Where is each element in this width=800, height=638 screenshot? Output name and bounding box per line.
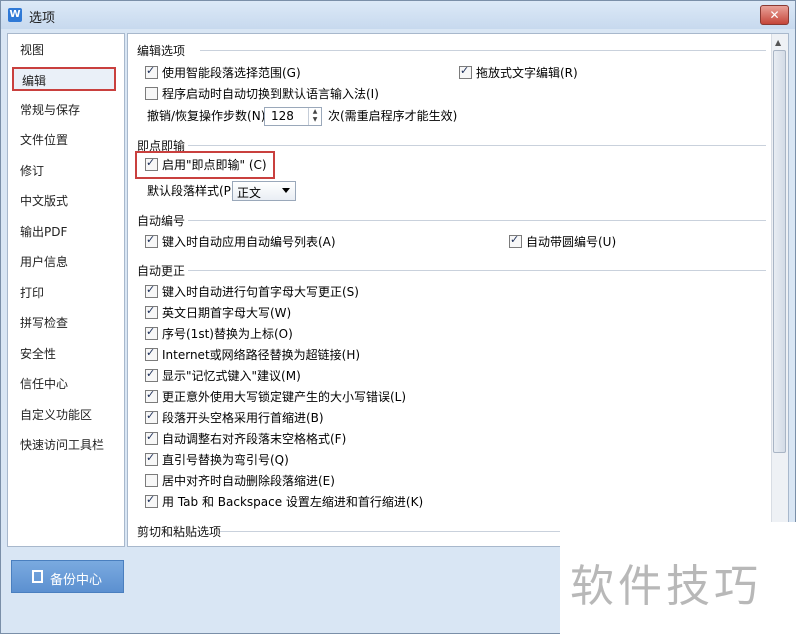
divider (188, 220, 766, 221)
option-enable-click-and-type[interactable]: 启用"即点即输" (C) (145, 156, 267, 173)
option-autocomplete-suggestions[interactable]: 显示"记忆式键入"建议(M) (145, 367, 301, 384)
checkbox-checked-icon[interactable] (145, 367, 158, 382)
option-auto-circle-number[interactable]: 自动带圆编号(U) (509, 233, 616, 250)
select-value: 正文 (237, 186, 262, 200)
checkbox-unchecked-icon[interactable] (145, 87, 158, 100)
option-auto-number-list[interactable]: 键入时自动应用自动编号列表(A) (145, 233, 336, 250)
sidebar-item-quick-access[interactable]: 快速访问工具栏 (8, 433, 122, 457)
wps-app-icon: W (8, 8, 22, 22)
divider (200, 50, 766, 51)
sidebar-item-edit[interactable]: 编辑 (12, 67, 116, 91)
chevron-down-icon (282, 188, 290, 193)
undo-steps-value[interactable]: 128 (271, 109, 294, 123)
backup-center-label: 备份中心 (50, 573, 103, 588)
dialog-title: 选项 (29, 11, 56, 26)
sidebar-item-customize-ribbon[interactable]: 自定义功能区 (8, 403, 122, 427)
section-auto-correct: 自动更正 (137, 264, 186, 278)
edit-options-panel: ▲ 编辑选项 使用智能段落选择范围(G) 拖放式文字编辑(R) 程序启动时自动切… (127, 33, 789, 547)
option-capitalize-dates[interactable]: 英文日期首字母大写(W) (145, 304, 291, 321)
checkbox-unchecked-icon[interactable] (145, 474, 158, 487)
scrollbar[interactable]: ▲ (771, 34, 788, 546)
default-paragraph-style-label: 默认段落样式(P): (147, 184, 240, 198)
checkbox-checked-icon[interactable] (145, 409, 158, 424)
sidebar-item-spell-check[interactable]: 拼写检查 (8, 311, 122, 335)
undo-steps-spinner[interactable]: 128 ▲ ▼ (264, 107, 322, 126)
sidebar-item-chinese-layout[interactable]: 中文版式 (8, 189, 122, 213)
checkbox-checked-icon[interactable] (145, 451, 158, 466)
title-bar: W 选项 ✕ (1, 1, 795, 29)
checkbox-checked-icon[interactable] (509, 233, 522, 248)
sidebar-item-general-save[interactable]: 常规与保存 (8, 98, 122, 122)
sidebar-item-revision[interactable]: 修订 (8, 159, 122, 183)
sidebar-item-export-pdf[interactable]: 输出PDF (8, 220, 122, 244)
watermark: 软件技巧 (560, 522, 800, 638)
option-hyperlinks[interactable]: Internet或网络路径替换为超链接(H) (145, 346, 360, 363)
sidebar-item-user-info[interactable]: 用户信息 (8, 250, 122, 274)
option-caps-lock-fix[interactable]: 更正意外使用大写锁定键产生的大小写错误(L) (145, 388, 406, 405)
checkbox-checked-icon[interactable] (459, 64, 472, 79)
scroll-up-icon[interactable]: ▲ (775, 38, 781, 47)
sidebar: 视图 编辑 常规与保存 文件位置 修订 中文版式 输出PDF 用户信息 打印 拼… (7, 33, 125, 547)
default-paragraph-style-select[interactable]: 正文 (232, 181, 296, 201)
close-button[interactable]: ✕ (760, 5, 789, 25)
backup-icon (32, 570, 43, 583)
sidebar-item-print[interactable]: 打印 (8, 281, 122, 305)
sidebar-item-view[interactable]: 视图 (8, 38, 122, 62)
scrollbar-thumb[interactable] (773, 50, 786, 453)
option-leading-space-indent[interactable]: 段落开头空格采用行首缩进(B) (145, 409, 324, 426)
spinner-arrows-icon[interactable]: ▲ ▼ (308, 108, 321, 125)
backup-center-button[interactable]: 备份中心 (11, 560, 124, 593)
option-ordinal-superscript[interactable]: 序号(1st)替换为上标(O) (145, 325, 293, 342)
sidebar-item-security[interactable]: 安全性 (8, 342, 122, 366)
checkbox-checked-icon[interactable] (145, 493, 158, 508)
checkbox-checked-icon[interactable] (145, 156, 158, 171)
sidebar-item-file-location[interactable]: 文件位置 (8, 128, 122, 152)
sidebar-item-trust-center[interactable]: 信任中心 (8, 372, 122, 396)
checkbox-checked-icon[interactable] (145, 233, 158, 248)
divider (188, 145, 766, 146)
watermark-text: 软件技巧 (570, 561, 762, 612)
checkbox-checked-icon[interactable] (145, 430, 158, 445)
checkbox-checked-icon[interactable] (145, 388, 158, 403)
undo-steps-note: 次(需重启程序才能生效) (328, 109, 458, 123)
option-drag-drop-edit[interactable]: 拖放式文字编辑(R) (459, 64, 578, 81)
checkbox-checked-icon[interactable] (145, 346, 158, 361)
option-smart-quotes[interactable]: 直引号替换为弯引号(Q) (145, 451, 289, 468)
undo-steps-label: 撤销/恢复操作步数(N): (147, 109, 270, 123)
option-right-align-spaces[interactable]: 自动调整右对齐段落末空格格式(F) (145, 430, 346, 447)
section-edit-options: 编辑选项 (137, 44, 186, 58)
checkbox-checked-icon[interactable] (145, 64, 158, 79)
checkbox-checked-icon[interactable] (145, 304, 158, 319)
option-auto-switch-ime[interactable]: 程序启动时自动切换到默认语言输入法(I) (145, 86, 379, 102)
section-auto-numbering: 自动编号 (137, 214, 186, 228)
option-center-remove-indent[interactable]: 居中对齐时自动删除段落缩进(E) (145, 473, 335, 489)
section-cut-paste: 剪切和粘贴选项 (137, 525, 222, 539)
divider (188, 270, 766, 271)
checkbox-checked-icon[interactable] (145, 283, 158, 298)
option-capitalize-sentence[interactable]: 键入时自动进行句首字母大写更正(S) (145, 283, 359, 300)
option-smart-paragraph-select[interactable]: 使用智能段落选择范围(G) (145, 64, 301, 81)
option-tab-backspace-indent[interactable]: 用 Tab 和 Backspace 设置左缩进和首行缩进(K) (145, 493, 423, 510)
checkbox-checked-icon[interactable] (145, 325, 158, 340)
